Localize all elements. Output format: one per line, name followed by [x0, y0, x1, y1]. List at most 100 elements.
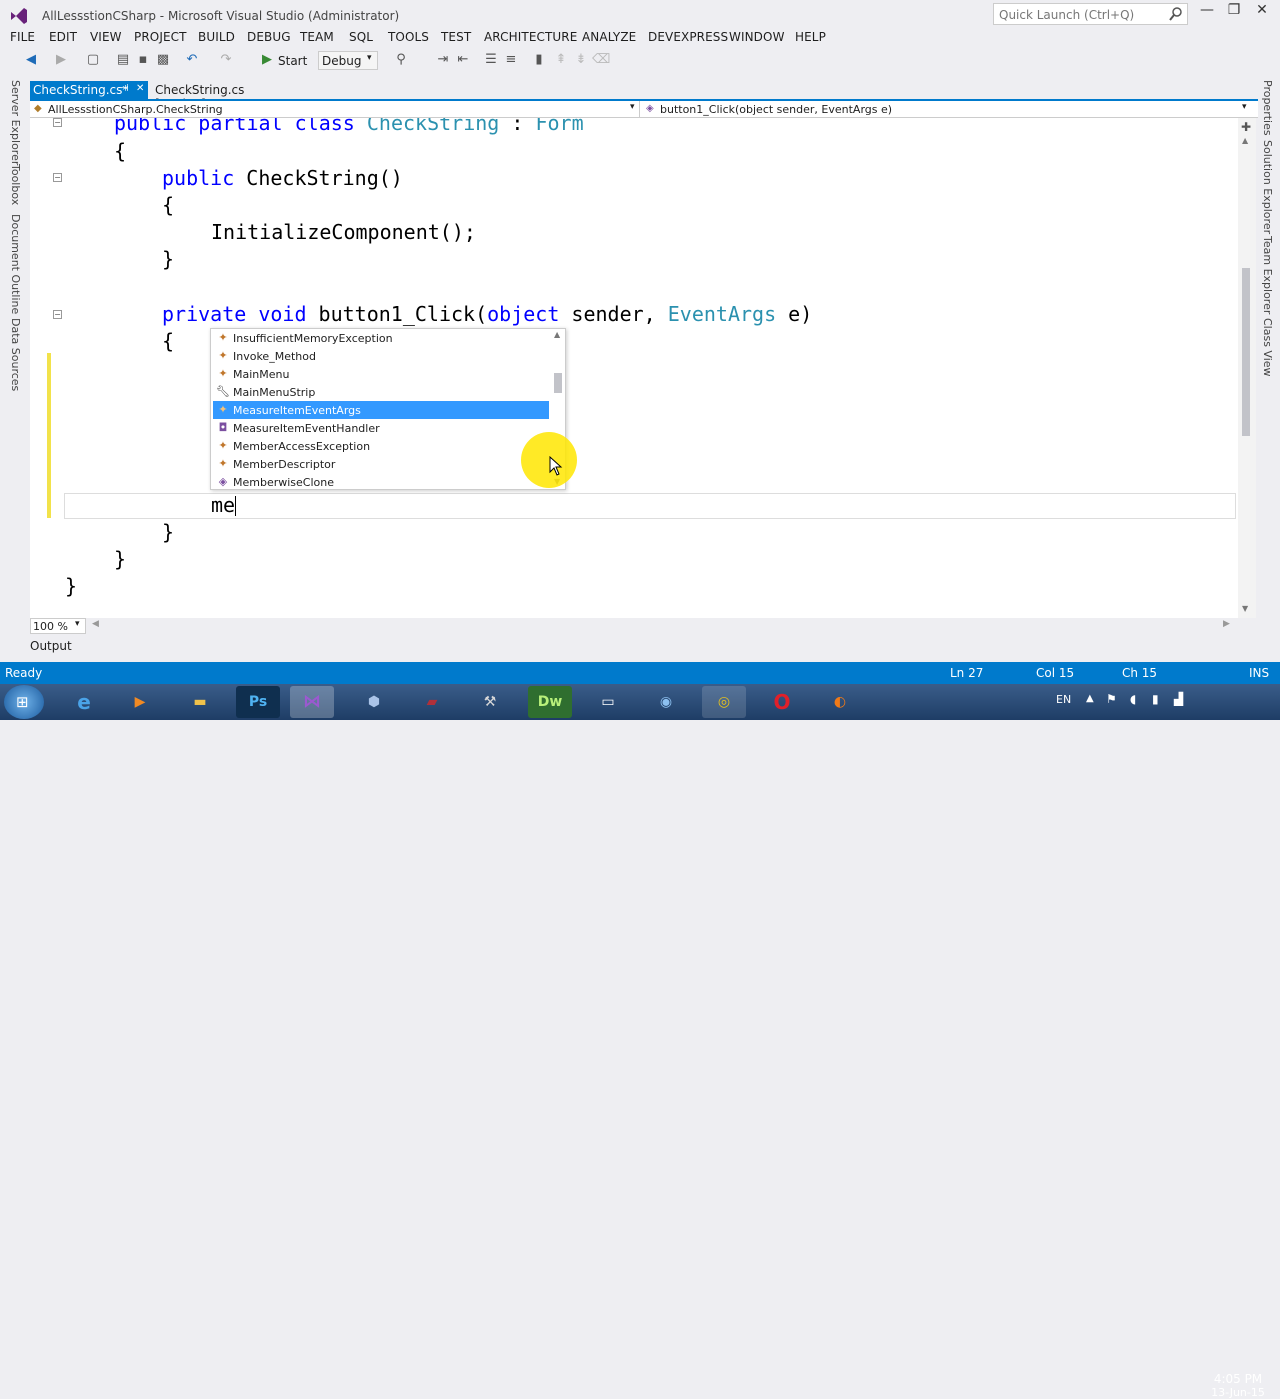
file-explorer-icon[interactable]: ▬: [178, 686, 222, 718]
menu-architecture[interactable]: ARCHITECTURE: [484, 30, 577, 44]
member-dropdown[interactable]: ◈ button1_Click(object sender, EventArgs…: [642, 101, 1256, 118]
list-item[interactable]: ✦ Invoke_Method: [213, 347, 549, 365]
menu-edit[interactable]: EDIT: [49, 30, 77, 44]
menu-devexpress[interactable]: DEVEXPRESS: [648, 30, 728, 44]
virtualbox-icon[interactable]: ⬢: [352, 686, 396, 718]
menu-team[interactable]: TEAM: [300, 30, 334, 44]
tab-checkstring-code[interactable]: CheckString.cs* ⊣ ✕: [30, 81, 148, 99]
document-outline-tab[interactable]: Document Outline: [9, 214, 22, 314]
list-item[interactable]: ◈ MemberwiseClone: [213, 473, 549, 491]
type-dropdown[interactable]: ◆ AllLessstionCSharp.CheckString ▾: [30, 101, 640, 118]
speaker-icon[interactable]: ◖: [1130, 692, 1136, 706]
comment-icon[interactable]: ☰: [482, 51, 500, 69]
undo-icon[interactable]: ↶: [183, 51, 201, 69]
menu-view[interactable]: VIEW: [90, 30, 122, 44]
class-icon: ✦: [218, 457, 228, 470]
menu-window[interactable]: WINDOW: [729, 30, 785, 44]
winrar-icon[interactable]: ▰: [410, 686, 454, 718]
scrollbar-thumb[interactable]: [1242, 268, 1250, 436]
list-item[interactable]: ✦ MemberAccessException: [213, 437, 549, 455]
system-clock[interactable]: 4:05 PM 13-Jun-15: [1208, 1372, 1268, 1399]
menu-help[interactable]: HELP: [795, 30, 826, 44]
class-view-tab[interactable]: Class View: [1261, 318, 1274, 377]
data-sources-tab[interactable]: Data Sources: [9, 318, 22, 391]
menu-debug[interactable]: DEBUG: [247, 30, 291, 44]
back-icon[interactable]: ◀: [22, 51, 40, 69]
firefox-icon[interactable]: ◐: [818, 686, 862, 718]
window-icon[interactable]: ▭: [586, 686, 630, 718]
close-window-button[interactable]: ✕: [1249, 2, 1275, 24]
list-item[interactable]: ✦ MainMenu: [213, 365, 549, 383]
menu-build[interactable]: BUILD: [198, 30, 235, 44]
tab-checkstring-design[interactable]: CheckString.cs [Design]*: [151, 81, 301, 111]
save-icon[interactable]: ▪: [134, 51, 152, 69]
photoshop-icon[interactable]: Ps: [236, 686, 280, 718]
list-item-selected[interactable]: ✦ MeasureItemEventArgs: [213, 401, 549, 419]
next-bookmark-icon[interactable]: ⇟: [572, 51, 590, 69]
network-icon[interactable]: ▮: [1152, 692, 1159, 706]
close-tab-icon[interactable]: ✕: [136, 83, 144, 94]
list-item[interactable]: ✦ InsufficientMemoryException: [213, 329, 549, 347]
menu-project[interactable]: PROJECT: [134, 30, 187, 44]
server-explorer-tab[interactable]: Server Explorer: [9, 80, 22, 165]
find-icon[interactable]: ⚲: [392, 51, 410, 69]
visual-studio-icon[interactable]: ⋈: [290, 686, 334, 718]
save-all-icon[interactable]: ▩: [154, 51, 172, 69]
output-tab[interactable]: Output: [30, 639, 72, 653]
clear-bookmark-icon[interactable]: ⌫: [592, 51, 610, 69]
toolbox-tab[interactable]: Toolbox: [9, 164, 22, 205]
tray-chevron-icon[interactable]: ▲: [1086, 693, 1094, 704]
signal-icon[interactable]: ▟: [1174, 692, 1183, 706]
scroll-up-icon[interactable]: ▲: [1242, 136, 1248, 145]
collapse-icon[interactable]: −: [53, 310, 62, 319]
zoom-dropdown[interactable]: 100 % ▾: [30, 618, 86, 634]
format-icon[interactable]: ⇥: [434, 51, 452, 69]
configuration-dropdown[interactable]: Debug ▾: [318, 51, 378, 70]
bookmark-icon[interactable]: ▮: [530, 51, 548, 69]
language-indicator[interactable]: EN: [1056, 693, 1071, 706]
open-file-icon[interactable]: ▤: [114, 51, 132, 69]
list-item[interactable]: 🔧︎ MainMenuStrip: [213, 383, 549, 401]
start-button-label[interactable]: Start: [278, 54, 307, 68]
scroll-right-icon[interactable]: ▶: [1223, 619, 1230, 629]
menu-sql[interactable]: SQL: [349, 30, 373, 44]
network-tool-icon[interactable]: ⚒: [468, 686, 512, 718]
forward-icon[interactable]: ▶: [52, 51, 70, 69]
quick-launch-input[interactable]: Quick Launch (Ctrl+Q): [993, 3, 1188, 25]
pin-icon[interactable]: ⊣: [120, 83, 129, 94]
menu-test[interactable]: TEST: [441, 30, 471, 44]
collapse-icon[interactable]: −: [53, 118, 62, 127]
action-center-icon[interactable]: ⚑: [1106, 692, 1117, 706]
toolbar: ◀ ▶ ▢ ▤ ▪ ▩ ↶ ↷ ▶ Start Debug ▾ ⚲ ⇥ ⇤ ☰ …: [0, 49, 1280, 73]
scroll-left-icon[interactable]: ◀: [92, 619, 99, 629]
dreamweaver-icon[interactable]: Dw: [528, 686, 572, 718]
scroll-down-icon[interactable]: ▼: [1242, 604, 1248, 613]
new-project-icon[interactable]: ▢: [84, 51, 102, 69]
split-icon[interactable]: ✚: [1241, 120, 1251, 134]
media-player-icon[interactable]: ▶: [118, 686, 162, 718]
menu-tools[interactable]: TOOLS: [388, 30, 429, 44]
properties-tab[interactable]: Properties: [1261, 80, 1274, 136]
menu-analyze[interactable]: ANALYZE: [582, 30, 636, 44]
list-item[interactable]: ✦ MemberDescriptor: [213, 455, 549, 473]
list-item[interactable]: ◘ MeasureItemEventHandler: [213, 419, 549, 437]
scrollbar-thumb[interactable]: [554, 373, 562, 393]
team-explorer-tab[interactable]: Team Explorer: [1261, 236, 1274, 314]
vpn-tool-icon[interactable]: ◉: [644, 686, 688, 718]
intellisense-popup[interactable]: ✦ InsufficientMemoryException ✦ Invoke_Met…: [210, 328, 566, 490]
scroll-up-icon[interactable]: ▲: [554, 330, 560, 339]
minimize-button[interactable]: —: [1194, 2, 1220, 24]
start-debug-icon[interactable]: ▶: [258, 51, 276, 69]
restore-button[interactable]: ❐: [1221, 2, 1247, 24]
internet-explorer-icon[interactable]: e: [62, 686, 106, 718]
prev-bookmark-icon[interactable]: ⇞: [552, 51, 570, 69]
solution-explorer-tab[interactable]: Solution Explorer: [1261, 140, 1274, 234]
start-button[interactable]: ⊞: [4, 685, 44, 719]
opera-icon[interactable]: O: [760, 686, 804, 718]
redo-icon[interactable]: ↷: [217, 51, 235, 69]
collapse-icon[interactable]: −: [53, 173, 62, 182]
indent-icon[interactable]: ⇤: [454, 51, 472, 69]
menu-file[interactable]: FILE: [10, 30, 35, 44]
chrome-icon[interactable]: ◎: [702, 686, 746, 718]
uncomment-icon[interactable]: ≡: [502, 51, 520, 69]
